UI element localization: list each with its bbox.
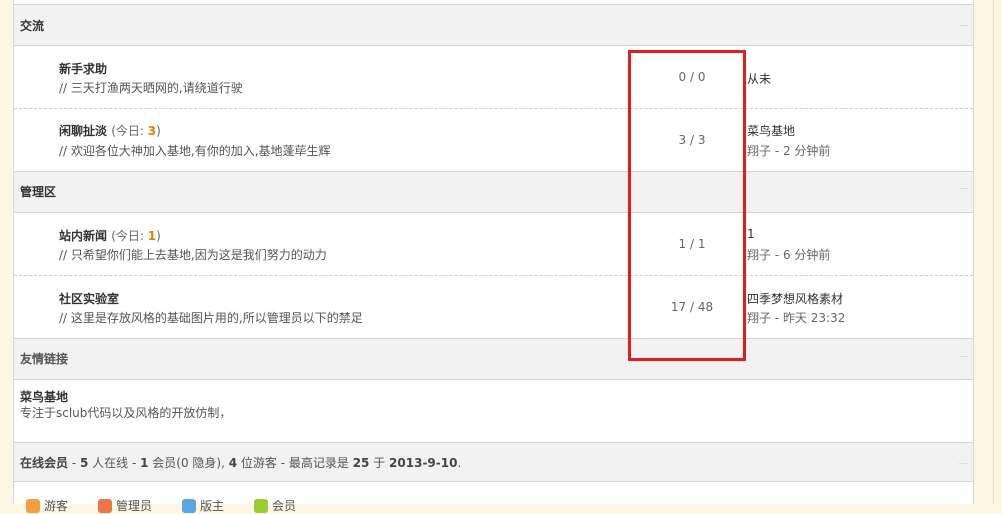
friend-link-title[interactable]: 菜鸟基地 xyxy=(20,388,68,405)
last-post-title[interactable]: 菜鸟基地 xyxy=(747,122,795,139)
forum-description: // 只希望你们能上去基地,因为这是我们努力的动力 xyxy=(59,248,327,262)
last-post-meta: 翔子 - 6 分钟前 xyxy=(747,248,831,262)
topic-post-counts: 0 / 0 xyxy=(678,70,706,84)
online-members-header[interactable]: 在线会员 - 5 人在线 - 1 会员(0 隐身), 4 位游客 - 最高记录是… xyxy=(14,442,973,482)
forum-row: 站内新闻 (今日: 1) // 只希望你们能上去基地,因为这是我们努力的动力 1… xyxy=(14,213,973,276)
last-post-title: 从未 xyxy=(747,72,772,86)
collapse-icon[interactable] xyxy=(959,463,968,464)
topic-post-counts: 1 / 1 xyxy=(678,237,706,251)
member-icon xyxy=(254,498,268,513)
legend-guest: 游客 xyxy=(26,497,68,514)
forum-name[interactable]: 站内新闻 (今日: 1) xyxy=(59,227,161,244)
collapse-icon[interactable] xyxy=(959,356,968,357)
collapse-icon[interactable] xyxy=(959,25,968,26)
legend-member: 会员 xyxy=(254,497,296,514)
today-count: (今日: 1) xyxy=(111,229,161,243)
last-post-title[interactable]: 四季梦想风格素材 xyxy=(747,290,843,307)
forum-description: // 三天打渔两天晒网的,请绕道行驶 xyxy=(59,81,243,95)
forum-row: 闲聊扯淡 (今日: 3) // 欢迎各位大神加入基地,有你的加入,基地蓬荜生辉 … xyxy=(14,109,973,172)
moderator-icon xyxy=(182,498,196,513)
last-post-meta: 翔子 - 2 分钟前 xyxy=(747,144,831,158)
forum-name[interactable]: 闲聊扯淡 (今日: 3) xyxy=(59,122,161,139)
guest-icon xyxy=(26,498,40,513)
topic-post-counts: 17 / 48 xyxy=(670,300,714,314)
forum-board: 交流 新手求助 // 三天打渔两天晒网的,请绕道行驶 0 / 0 从未 闲聊扯淡… xyxy=(13,0,974,513)
topic-post-counts: 3 / 3 xyxy=(678,133,706,147)
category-title: 管理区 xyxy=(20,185,57,199)
forum-description: // 这里是存放风格的基础图片用的,所以管理员以下的禁足 xyxy=(59,311,363,325)
friend-link-description: 专注于sclub代码以及风格的开放仿制， xyxy=(20,406,232,420)
category-title: 友情链接 xyxy=(20,352,69,366)
legend-admin: 管理员 xyxy=(98,497,152,514)
category-header-communication[interactable]: 交流 xyxy=(14,4,973,46)
forum-name[interactable]: 社区实验室 xyxy=(59,290,119,307)
category-title: 交流 xyxy=(20,19,45,33)
online-stats: 在线会员 - 5 人在线 - 1 会员(0 隐身), 4 位游客 - 最高记录是… xyxy=(20,456,462,470)
category-header-admin[interactable]: 管理区 xyxy=(14,171,973,213)
forum-name[interactable]: 新手求助 xyxy=(59,60,107,77)
admin-icon xyxy=(98,498,112,513)
collapse-icon[interactable] xyxy=(959,188,968,189)
friend-link-row: 菜鸟基地 专注于sclub代码以及风格的开放仿制， xyxy=(14,380,973,442)
last-post-meta: 翔子 - 昨天 23:32 xyxy=(747,311,846,325)
last-post-title[interactable]: 1 xyxy=(747,227,755,241)
page-edge xyxy=(993,0,994,504)
legend-moderator: 版主 xyxy=(182,497,224,514)
forum-row: 新手求助 // 三天打渔两天晒网的,请绕道行驶 0 / 0 从未 xyxy=(14,46,973,109)
forum-row: 社区实验室 // 这里是存放风格的基础图片用的,所以管理员以下的禁足 17 / … xyxy=(14,276,973,339)
forum-description: // 欢迎各位大神加入基地,有你的加入,基地蓬荜生辉 xyxy=(59,144,331,158)
today-count: (今日: 3) xyxy=(111,124,161,138)
category-header-links[interactable]: 友情链接 xyxy=(14,338,973,380)
